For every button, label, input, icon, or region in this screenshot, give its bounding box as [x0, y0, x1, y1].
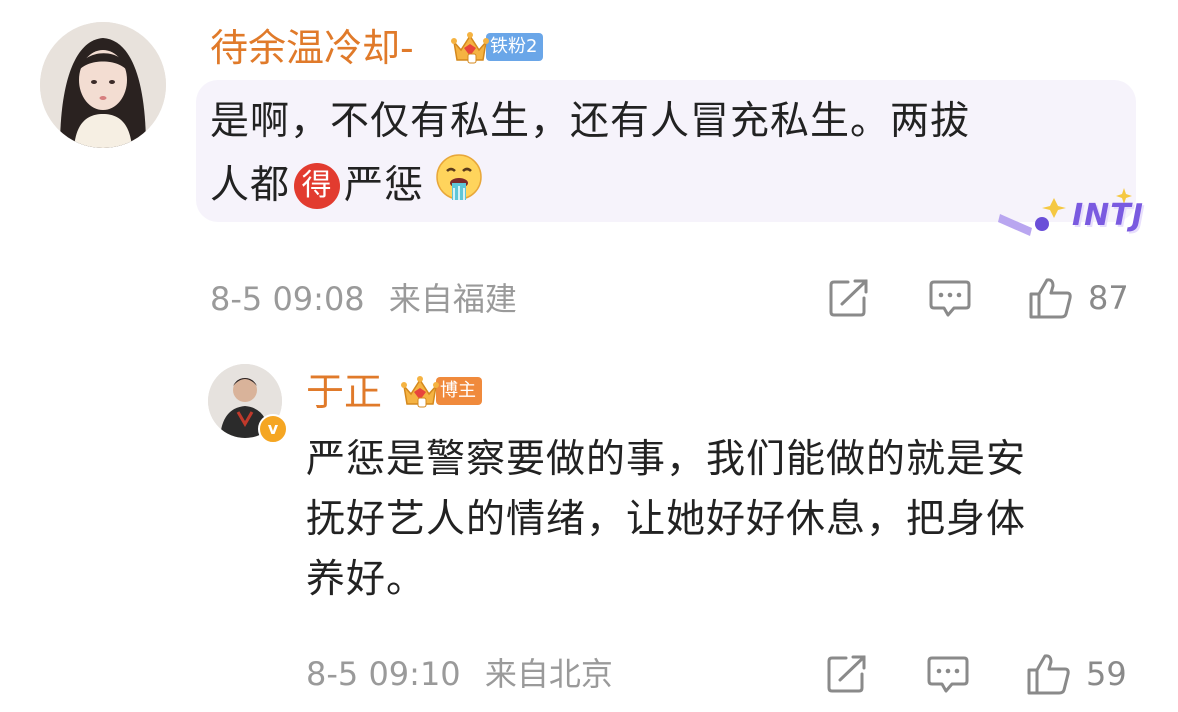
comment-item: 待余温冷却- 铁粉2 是啊，不仅有私生，还有人冒充私生。两拔 人都 得 严惩 I…	[0, 0, 1178, 340]
comment-text-line: 是啊，不仅有私生，还有人冒充私生。两拔	[210, 99, 971, 144]
comment-text-line: 养好。	[306, 557, 427, 602]
username[interactable]: 待余温冷却-	[210, 26, 414, 70]
comment-text-line: 人都 得 严惩	[210, 152, 1130, 220]
comment-text-segment: 严惩	[344, 163, 425, 208]
intj-sticker: INTJ	[994, 184, 1154, 244]
share-button[interactable]	[828, 278, 870, 318]
badge-label: 铁粉2	[486, 33, 544, 61]
like-button[interactable]: 59	[1026, 652, 1127, 696]
like-count: 59	[1086, 655, 1127, 693]
comment-text[interactable]: 是啊，不仅有私生，还有人冒充私生。两拔 人都 得 严惩	[210, 92, 1130, 220]
share-button[interactable]	[826, 654, 868, 694]
timestamp: 8-5 09:08	[210, 280, 365, 318]
avatar[interactable]	[40, 22, 166, 148]
comment-text[interactable]: 严惩是警察要做的事，我们能做的就是安 抚好艺人的情绪，让她好好休息，把身体 养好…	[306, 430, 1146, 610]
comment-meta: 8-5 09:10 来自北京	[306, 654, 613, 694]
location: 来自北京	[484, 655, 613, 693]
reply-button[interactable]	[926, 654, 970, 694]
sticker-text: INTJ	[1072, 198, 1144, 233]
comment-text-segment: 人都	[210, 163, 291, 208]
comment-meta: 8-5 09:08 来自福建	[210, 279, 517, 319]
share-icon	[827, 655, 866, 693]
crown-icon	[450, 30, 490, 64]
verified-mark: v	[267, 419, 279, 438]
crown-icon	[400, 374, 440, 408]
comment-item: v 于正 博主 严惩是警察要做的事，我们能做的就是安 抚好艺人的情绪，让她好好休…	[0, 340, 1178, 712]
comment-text-line: 抚好艺人的情绪，让她好好休息，把身体	[306, 497, 1027, 542]
de-emoji-icon: 得	[294, 163, 341, 209]
owner-badge[interactable]: 博主	[400, 374, 482, 408]
reply-button[interactable]	[928, 278, 972, 318]
avatar-image	[40, 22, 166, 148]
location: 来自福建	[388, 280, 517, 318]
like-icon	[1029, 278, 1072, 319]
timestamp: 8-5 09:10	[306, 655, 461, 693]
like-icon	[1027, 654, 1070, 695]
verified-icon: v	[258, 414, 288, 444]
badge-label: 博主	[436, 377, 482, 405]
comment-icon	[929, 280, 971, 317]
username[interactable]: 于正	[306, 370, 382, 414]
vomit-emoji-icon	[434, 152, 484, 220]
like-button[interactable]: 87	[1028, 276, 1129, 320]
like-count: 87	[1088, 279, 1129, 317]
share-icon	[829, 279, 868, 317]
comment-icon	[927, 656, 969, 693]
de-emoji-text: 得	[301, 168, 333, 203]
comment-text-line: 严惩是警察要做的事，我们能做的就是安	[306, 437, 1027, 482]
fan-badge[interactable]: 铁粉2	[450, 30, 544, 64]
